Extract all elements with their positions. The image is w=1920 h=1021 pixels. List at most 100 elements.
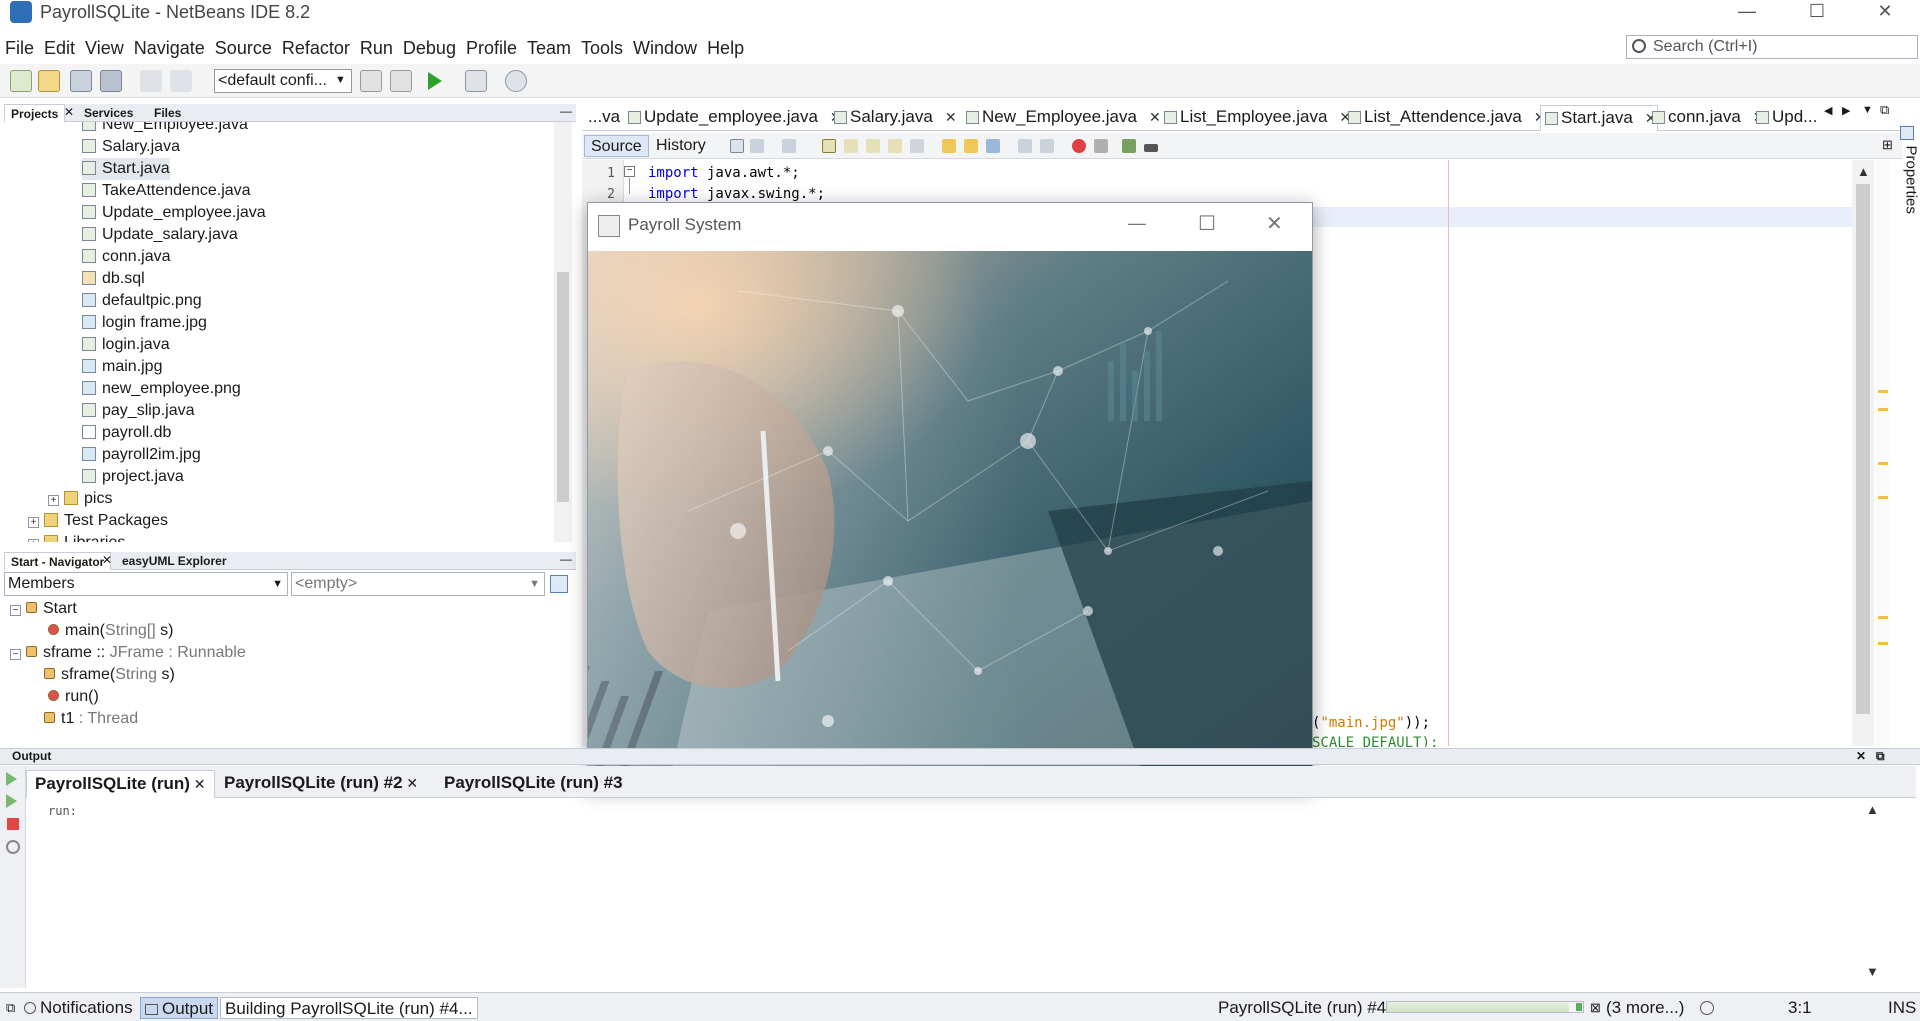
clean-build-icon[interactable] xyxy=(390,70,412,92)
back-icon[interactable] xyxy=(750,139,764,153)
close-tab-icon[interactable]: ✕ xyxy=(190,776,206,792)
minimize-panel-icon[interactable]: — xyxy=(560,104,572,118)
project-file-item[interactable]: payroll2im.jpg xyxy=(82,444,201,466)
menu-item-navigate[interactable]: Navigate xyxy=(129,36,210,62)
toggle-bookmark-icon[interactable] xyxy=(986,139,1000,153)
project-file-item[interactable]: login.java xyxy=(82,334,170,356)
close-icon[interactable]: ✕ xyxy=(64,105,74,119)
editor-tab[interactable]: Start.java ✕ xyxy=(1540,105,1658,131)
tab-easyuml[interactable]: easyUML Explorer xyxy=(116,552,233,570)
run-icon[interactable] xyxy=(428,72,442,90)
menu-item-run[interactable]: Run xyxy=(355,36,398,62)
filter-select[interactable]: <empty> ▼ xyxy=(291,572,545,596)
menu-item-window[interactable]: Window xyxy=(628,36,702,62)
tree-folder-libraries[interactable]: + Libraries xyxy=(28,532,125,542)
tree-folder-test-packages[interactable]: + Test Packages xyxy=(28,510,168,532)
tab-projects[interactable]: Projects xyxy=(4,104,66,122)
minimize-button[interactable]: — xyxy=(1712,0,1782,24)
project-file-item[interactable]: Update_salary.java xyxy=(82,224,238,246)
find-icon[interactable] xyxy=(822,139,836,153)
new-project-icon[interactable] xyxy=(38,70,60,92)
editor-tab[interactable]: ...va xyxy=(586,105,620,131)
editor-tab[interactable]: Salary.java ✕ xyxy=(830,105,957,131)
menu-item-edit[interactable]: Edit xyxy=(39,36,80,62)
close-tab-icon[interactable]: ✕ xyxy=(1149,109,1161,125)
menu-item-file[interactable]: File xyxy=(0,36,39,62)
find-next-icon[interactable] xyxy=(866,139,880,153)
uncomment-icon[interactable] xyxy=(1144,144,1158,152)
project-tree-scrollbar[interactable] xyxy=(554,122,572,542)
project-file-item[interactable]: Salary.java xyxy=(82,136,180,158)
project-file-item[interactable]: db.sql xyxy=(82,268,145,290)
project-file-item[interactable]: TakeAttendence.java xyxy=(82,180,251,202)
navigator-member-item[interactable]: t1 : Thread xyxy=(44,708,138,730)
project-file-item[interactable]: Start.java xyxy=(82,158,170,180)
settings-icon[interactable] xyxy=(6,840,20,854)
tab-files[interactable]: Files xyxy=(148,104,187,122)
debug-icon[interactable] xyxy=(465,70,487,92)
collapse-icon[interactable]: − xyxy=(10,649,21,660)
split-editor-icon[interactable]: ⊞ xyxy=(1882,137,1893,153)
toggle-highlight-icon[interactable] xyxy=(888,139,902,153)
scroll-thumb[interactable] xyxy=(1856,184,1870,714)
restore-icon[interactable]: ⧉ xyxy=(6,997,15,1019)
shift-right-icon[interactable] xyxy=(1040,139,1054,153)
scroll-down-icon[interactable]: ▼ xyxy=(1866,964,1879,979)
tab-list-icon[interactable]: ▼ xyxy=(1862,104,1873,116)
members-select[interactable]: Members ▼ xyxy=(4,572,288,596)
editor-scrollbar[interactable]: ▲ xyxy=(1852,160,1874,746)
scroll-up-icon[interactable]: ▲ xyxy=(1857,164,1870,179)
restore-panel-icon[interactable]: ⧉ xyxy=(1876,749,1885,764)
navigator-member-item[interactable]: − sframe :: JFrame : Runnable xyxy=(10,642,246,664)
dialog-close-button[interactable]: ✕ xyxy=(1266,211,1283,236)
close-button[interactable]: ✕ xyxy=(1850,0,1920,24)
tab-navigator[interactable]: Start - Navigator xyxy=(4,552,112,570)
run-status-label[interactable]: PayrollSQLite (run) #4 xyxy=(1218,997,1386,1019)
find-previous-icon[interactable] xyxy=(844,139,858,153)
editor-tab[interactable]: Update_employee.java✕ xyxy=(624,105,842,131)
collapse-icon[interactable]: − xyxy=(10,605,21,616)
scroll-up-icon[interactable]: ▲ xyxy=(1866,802,1879,817)
save-all-icon[interactable] xyxy=(100,70,122,92)
close-icon[interactable]: ✕ xyxy=(1856,749,1866,763)
configuration-select[interactable]: <default confi... xyxy=(214,69,352,93)
rectangular-selection-icon[interactable] xyxy=(910,139,924,153)
notifications-tab[interactable]: Notifications xyxy=(24,997,133,1019)
scroll-thumb[interactable] xyxy=(557,272,569,502)
properties-side-tab[interactable]: Properties xyxy=(1896,126,1920,236)
menu-item-profile[interactable]: Profile xyxy=(461,36,522,62)
project-file-item[interactable]: payroll.db xyxy=(82,422,171,444)
menu-item-refactor[interactable]: Refactor xyxy=(277,36,355,62)
menu-item-team[interactable]: Team xyxy=(522,36,576,62)
new-file-icon[interactable] xyxy=(10,70,32,92)
project-file-item[interactable]: project.java xyxy=(82,466,184,488)
menu-item-help[interactable]: Help xyxy=(702,36,749,62)
project-file-item[interactable]: main.jpg xyxy=(82,356,162,378)
project-file-item[interactable]: Update_employee.java xyxy=(82,202,266,224)
project-file-item[interactable]: defaultpic.png xyxy=(82,290,202,312)
menu-item-tools[interactable]: Tools xyxy=(576,36,628,62)
navigator-member-item[interactable]: sframe(String s) xyxy=(44,664,175,686)
search-input[interactable]: Search (Ctrl+I) xyxy=(1626,35,1918,59)
start-macro-icon[interactable] xyxy=(1072,139,1086,153)
maximize-button[interactable]: ☐ xyxy=(1782,0,1852,24)
dialog-minimize-button[interactable]: — xyxy=(1128,213,1146,234)
editor-tab[interactable]: conn.java✕ xyxy=(1648,105,1765,131)
maximize-editor-icon[interactable]: ⧉ xyxy=(1880,102,1889,118)
navigator-options-icon[interactable] xyxy=(550,575,568,593)
navigator-member-item[interactable]: − Start xyxy=(10,598,77,620)
close-tab-icon[interactable]: ✕ xyxy=(945,109,957,125)
close-icon[interactable]: ✕ xyxy=(102,553,112,567)
expand-icon[interactable]: + xyxy=(28,517,39,528)
project-file-item[interactable]: login frame.jpg xyxy=(82,312,207,334)
tab-scroll-right-icon[interactable]: ▶ xyxy=(1842,104,1850,117)
stop-macro-icon[interactable] xyxy=(1094,139,1108,153)
rerun-with-args-icon[interactable] xyxy=(6,794,17,808)
tree-folder-pics[interactable]: + pics xyxy=(48,488,112,510)
project-file-item[interactable]: new_employee.png xyxy=(82,378,241,400)
editor-tab[interactable]: New_Employee.java ✕ xyxy=(962,105,1161,131)
menu-item-debug[interactable]: Debug xyxy=(398,36,461,62)
editor-tab[interactable]: List_Employee.java ✕ xyxy=(1160,105,1351,131)
next-bookmark-icon[interactable] xyxy=(964,139,978,153)
minimize-panel-icon[interactable]: — xyxy=(560,552,572,566)
